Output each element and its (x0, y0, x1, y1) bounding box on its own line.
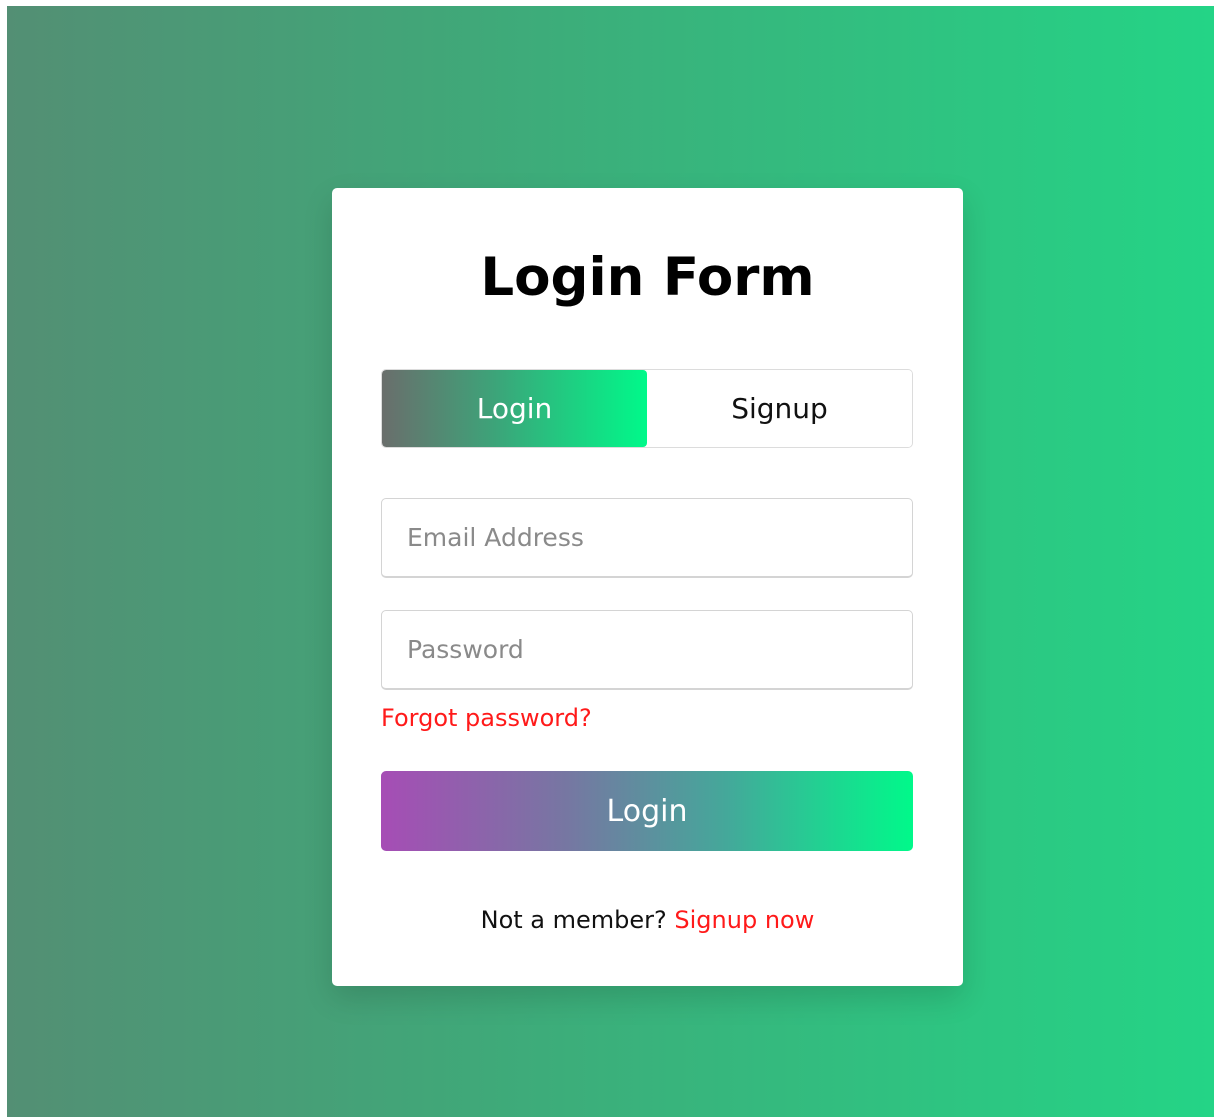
tab-login[interactable]: Login (382, 370, 647, 447)
forgot-password-link[interactable]: Forgot password? (381, 700, 592, 736)
login-signup-switch: Login Signup (381, 369, 913, 448)
form-title: Login Form (480, 247, 815, 308)
signup-prompt-text: Not a member? (480, 906, 667, 934)
email-field[interactable] (381, 498, 913, 578)
signup-now-link[interactable]: Signup now (674, 906, 814, 934)
tab-signup[interactable]: Signup (647, 370, 912, 447)
signup-prompt: Not a member? Signup now (332, 902, 963, 938)
login-button[interactable]: Login (381, 771, 913, 851)
login-card: Login Form Login Signup Forgot password?… (332, 188, 963, 986)
page-background: Login Form Login Signup Forgot password?… (7, 6, 1214, 1117)
password-field[interactable] (381, 610, 913, 690)
